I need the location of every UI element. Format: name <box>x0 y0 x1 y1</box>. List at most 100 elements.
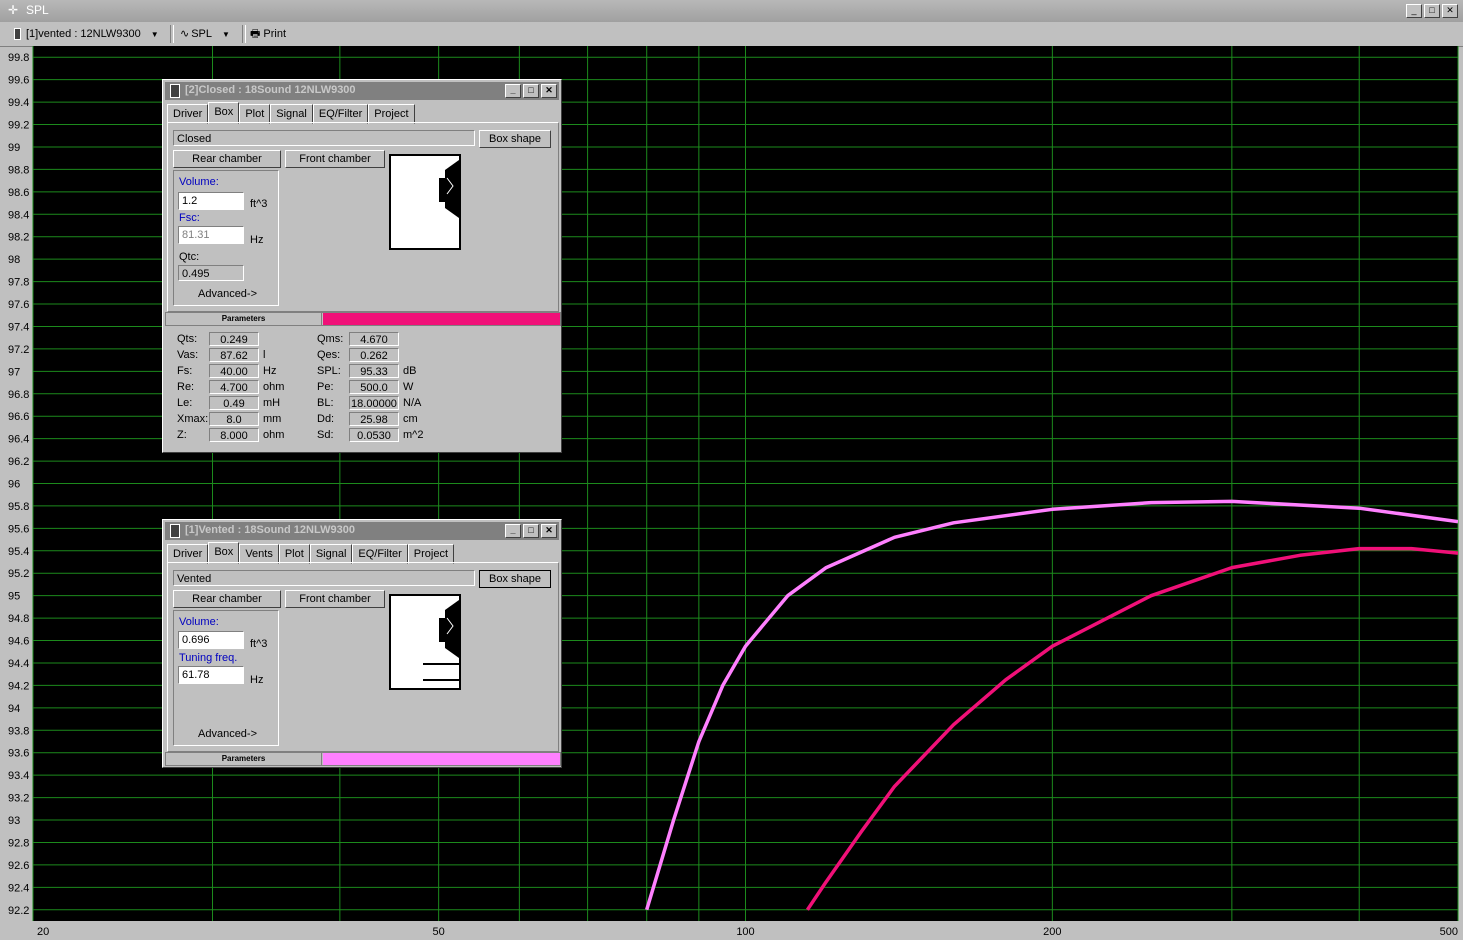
tab-box[interactable]: Box <box>208 542 240 564</box>
tab-project[interactable]: Project <box>407 544 455 564</box>
param-name: BL: <box>317 397 334 409</box>
param-unit: ohm <box>263 429 285 441</box>
y-tick-label: 92.8 <box>8 837 29 849</box>
parameters-bar[interactable]: Parameters <box>165 312 561 326</box>
param-name: Qes: <box>317 349 341 361</box>
x-tick-label: 20 <box>37 926 49 938</box>
close-icon[interactable]: ✕ <box>1442 4 1458 18</box>
param-unit: l <box>263 349 266 361</box>
parameters-bar[interactable]: Parameters <box>165 752 561 766</box>
project-select-label: [1]vented : 12NLW9300 <box>26 28 141 40</box>
param-unit: mm <box>263 413 282 425</box>
maximize-icon[interactable]: □ <box>523 524 539 538</box>
param-name: Re: <box>177 381 195 393</box>
tuning-freq-label: Tuning freq. <box>179 652 238 664</box>
param-name: Fs: <box>177 365 193 377</box>
param-value: 18.00000 <box>349 396 399 410</box>
fsc-input: 81.31 <box>178 226 244 244</box>
y-tick-label: 97.6 <box>8 299 29 311</box>
minimize-icon[interactable]: _ <box>1406 4 1422 18</box>
y-tick-label: 99.4 <box>8 97 29 109</box>
toolbar-separator <box>170 25 174 43</box>
y-tick-label: 93 <box>8 815 20 827</box>
tab-plot[interactable]: Plot <box>239 104 271 124</box>
volume-label: Volume: <box>179 176 219 188</box>
param-name: Vas: <box>177 349 199 361</box>
y-tick-label: 92.6 <box>8 860 29 872</box>
parameters-label: Parameters <box>166 753 322 765</box>
y-tick-label: 95.4 <box>8 546 29 558</box>
box-type-field: Closed <box>173 130 475 146</box>
vented-box-dialog: [1]Vented : 18Sound 12NLW9300 _ □ ✕ Driv… <box>162 519 562 768</box>
front-chamber-button[interactable]: Front chamber <box>285 150 385 168</box>
x-tick-label: 500 <box>1440 926 1458 938</box>
y-tick-label: 94.8 <box>8 613 29 625</box>
rear-chamber-button[interactable]: Rear chamber <box>173 150 281 168</box>
param-value: 0.262 <box>349 348 399 362</box>
box-shape-button[interactable]: Box shape <box>479 570 551 588</box>
param-name: Qms: <box>317 333 344 345</box>
box-shape-button[interactable]: Box shape <box>479 130 551 148</box>
y-tick-label: 99.2 <box>8 120 29 132</box>
y-tick-label: 99 <box>8 142 20 154</box>
y-tick-label: 98.6 <box>8 187 29 199</box>
tab-box[interactable]: Box <box>208 102 240 124</box>
fsc-label: Fsc: <box>179 212 200 224</box>
maximize-icon[interactable]: □ <box>1424 4 1440 18</box>
volume-input[interactable]: 1.2 <box>178 192 244 210</box>
dialog-controls: _ □ ✕ <box>505 524 557 538</box>
rear-chamber-button[interactable]: Rear chamber <box>173 590 281 608</box>
advanced-button[interactable]: Advanced-> <box>198 728 257 740</box>
volume-input[interactable]: 0.696 <box>178 631 244 649</box>
tab-plot[interactable]: Plot <box>278 544 310 564</box>
minimize-icon[interactable]: _ <box>505 84 521 98</box>
close-icon[interactable]: ✕ <box>541 84 557 98</box>
param-unit: ohm <box>263 381 285 393</box>
volume-unit: ft^3 <box>250 198 268 210</box>
dialog-title: [1]Vented : 18Sound 12NLW9300 <box>185 524 355 536</box>
param-name: Sd: <box>317 429 334 441</box>
param-value: 25.98 <box>349 412 399 426</box>
y-tick-label: 93.4 <box>8 770 29 782</box>
tab-eq-filter[interactable]: EQ/Filter <box>312 104 369 124</box>
fsc-unit: Hz <box>250 234 264 246</box>
speaker-icon <box>14 28 21 41</box>
y-tick-label: 98.4 <box>8 209 29 221</box>
view-select-label: SPL <box>191 28 213 40</box>
param-unit: cm <box>403 413 418 425</box>
y-tick-label: 97 <box>8 366 20 378</box>
param-value: 8.000 <box>209 428 259 442</box>
main-titlebar: ✛ SPL _ □ ✕ <box>0 0 1463 22</box>
tuning-freq-input[interactable]: 61.78 <box>178 666 244 684</box>
tab-driver[interactable]: Driver <box>167 104 209 124</box>
tab-driver[interactable]: Driver <box>167 544 209 564</box>
qtc-label: Qtc: <box>179 251 200 263</box>
tab-vents[interactable]: Vents <box>239 544 279 564</box>
y-tick-label: 98 <box>8 254 20 266</box>
dialog-tabs: Driver Box Vents Plot Signal EQ/Filter P… <box>167 542 455 564</box>
x-axis-band <box>0 921 1463 940</box>
maximize-icon[interactable]: □ <box>523 84 539 98</box>
y-tick-label: 97.2 <box>8 344 29 356</box>
y-tick-label: 95 <box>8 591 20 603</box>
wave-icon: ∿ <box>180 28 190 40</box>
printer-icon: 🖶 <box>250 28 261 40</box>
advanced-button[interactable]: Advanced-> <box>198 288 257 300</box>
minimize-icon[interactable]: _ <box>505 524 521 538</box>
tab-eq-filter[interactable]: EQ/Filter <box>352 544 408 564</box>
print-button[interactable]: 🖶 Print <box>250 26 286 42</box>
tab-project[interactable]: Project <box>368 104 415 124</box>
y-tick-label: 94.4 <box>8 658 29 670</box>
view-selector[interactable]: ∿ SPL ▼ <box>180 26 230 42</box>
tab-signal[interactable]: Signal <box>270 104 313 124</box>
y-tick-label: 94.2 <box>8 680 29 692</box>
tab-signal[interactable]: Signal <box>309 544 353 564</box>
param-value: 4.670 <box>349 332 399 346</box>
project-selector[interactable]: [1]vented : 12NLW9300 ▼ <box>14 26 159 42</box>
y-tick-label: 96.8 <box>8 389 29 401</box>
close-icon[interactable]: ✕ <box>541 524 557 538</box>
front-chamber-button[interactable]: Front chamber <box>285 590 385 608</box>
y-tick-label: 93.8 <box>8 725 29 737</box>
y-tick-label: 96 <box>8 479 20 491</box>
param-unit: N/A <box>403 397 422 409</box>
